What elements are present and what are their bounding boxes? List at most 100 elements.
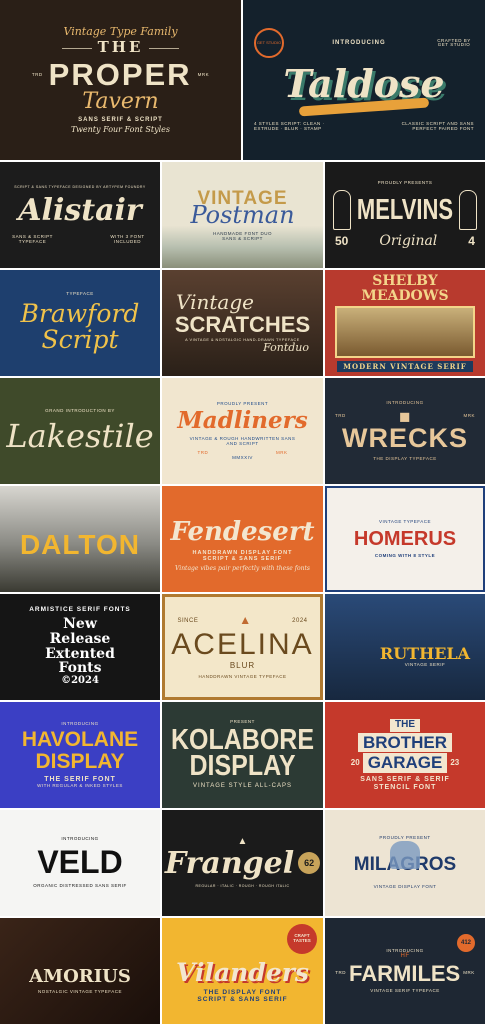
side-mark-right: MRK [463, 413, 475, 419]
tile-subtitle: VINTAGE STYLE ALL-CAPS [193, 783, 292, 790]
tile-ruthela[interactable]: RUTHELA VINTAGE SERIF [325, 594, 485, 700]
tile-tagline: VINTAGE TYPEFACE [378, 518, 432, 524]
tile-veld[interactable]: INTRODUCING VELD ORGANIC DISTRESSED SANS… [0, 810, 160, 916]
illustration [335, 306, 475, 358]
tile-title: DALTON [19, 529, 141, 561]
tile-kolabore[interactable]: PRESENT KOLABORE DISPLAY VINTAGE STYLE A… [162, 702, 323, 808]
side-mark-left: TRD [197, 449, 209, 455]
tile-title: PROPER [48, 56, 192, 92]
tile-subtitle: SANS SERIF & SERIF [360, 776, 450, 784]
tile-subtitle: SANS SERIF & SCRIPT [78, 116, 163, 123]
tile-tagline: PROUDLY PRESENTS [377, 180, 433, 186]
tile-homerus[interactable]: VINTAGE TYPEFACE HOMERUS COMING WITH 8 S… [325, 486, 485, 592]
tile-desc: CLASSIC SCRIPT AND SANS PERFECT PAIRED F… [401, 121, 474, 131]
bottle-icon [459, 190, 478, 231]
tile-title: AMORIUS [29, 965, 131, 987]
tile-subtitle-2: SCRIPT & SANS SERIF [202, 555, 283, 562]
tile-vilanders[interactable]: CRAFT TASTES Vilanders THE DISPLAY FONT … [162, 918, 323, 1024]
tile-title: MELVINS [356, 193, 454, 227]
tile-left-number: 50 [335, 234, 349, 249]
tile-title: Madliners [177, 407, 308, 435]
angel-illustration-icon [390, 841, 420, 870]
tile-title: HOMERUS [353, 527, 457, 550]
tile-tagline: Vintage Type Family [63, 24, 178, 38]
tile-farmiles[interactable]: INTRODUCING HF TRD FARMILES MRK 412 VINT… [325, 918, 485, 1024]
tile-title: Alistair [18, 193, 142, 229]
tile-acelina[interactable]: SINCE ▲ 2024 ACELINA BLUR HANDDRAWN VINT… [162, 594, 323, 700]
tile-year-1: 20 [350, 758, 360, 768]
tile-title-2: DISPLAY [189, 750, 296, 783]
side-mark-right: MRK [276, 449, 288, 455]
tile-title: VELD [37, 844, 123, 881]
tile-vintage-scratches[interactable]: Vintage SCRATCHES A VINTAGE & NOSTALGIC … [162, 270, 323, 376]
tile-subtitle: NOSTALGIC VINTAGE TYPEFACE [37, 988, 122, 994]
tile-armistice[interactable]: ARMISTICE SERIF FONTS New Release Extent… [0, 594, 160, 700]
tile-madliners[interactable]: PROUDLY PRESENT Madliners VINTAGE & ROUG… [162, 378, 323, 484]
tile-taldose[interactable]: GET STUDIO INTRODUCING CRAFTED BY GET ST… [243, 0, 485, 160]
tile-frangel[interactable]: ▲ Frangel 62 REGULAR · ITALIC · ROUGH · … [162, 810, 323, 916]
tile-title: Frangel [164, 845, 295, 881]
tile-intro: INTRODUCING [61, 720, 99, 726]
tile-tagline: GRAND INTRODUCTION BY [45, 407, 115, 413]
tile-subtitle: THE DISPLAY TYPEFACE [373, 455, 437, 461]
tile-title: Brawford [20, 299, 140, 329]
tile-title: Vilanders [176, 958, 309, 988]
tile-subtitle: ORGANIC DISTRESSED SANS SERIF [33, 882, 127, 888]
tile-style: BLUR [229, 661, 256, 671]
tile-dalton[interactable]: DALTON [0, 486, 160, 592]
tile-melvins[interactable]: PROUDLY PRESENTS MELVINS 50 Original 4 [325, 162, 485, 268]
tile-word: THE [97, 38, 144, 57]
tile-subtitle-2: SANS & SCRIPT [222, 235, 263, 241]
tile-title: BROTHER [357, 732, 453, 753]
studio-badge-icon: GET STUDIO [254, 28, 284, 59]
tile-wrecks[interactable]: INTRODUCING TRD ◼ MRK WRECKS THE DISPLAY… [325, 378, 485, 484]
tile-intro: INTRODUCING [61, 836, 99, 842]
side-mark-right: MRK [463, 969, 475, 975]
tile-year: 2024 [292, 617, 308, 624]
side-mark-left: TRD [335, 413, 346, 419]
tile-title: FARMILES [349, 960, 461, 986]
tile-year: ©2024 [61, 675, 99, 687]
side-mark-right: MRK [197, 71, 210, 77]
tile-shelby-meadows[interactable]: SHELBY MEADOWS MODERN VINTAGE SERIF [325, 270, 485, 376]
tile-tagline: TYPEFACE [66, 291, 94, 297]
tile-tag: Fontduo [263, 341, 309, 355]
tile-tagline: SCRIPT & SANS TYPEFACE DESIGNED BY ARTYP… [14, 184, 146, 189]
tile-proper-tavern[interactable]: Vintage Type Family THE TRD PROPER MRK T… [0, 0, 241, 160]
tile-line-4: Fonts [58, 660, 102, 677]
tile-subtitle: MODERN VINTAGE SERIF [337, 360, 473, 372]
tile-subtitle: REGULAR · ITALIC · ROUGH · ROUGH ITALIC [195, 884, 290, 889]
side-mark-left: TRD [335, 969, 346, 975]
font-preview-grid: Vintage Type Family THE TRD PROPER MRK T… [0, 0, 485, 1024]
tile-arc-title: ARMISTICE SERIF FONTS [29, 606, 131, 614]
tile-badge: CRAFT TASTES [287, 924, 317, 954]
tile-year: MMXXIV [232, 454, 253, 460]
tile-title: HAVOLANE [21, 728, 139, 752]
tile-subtitle: VINTAGE SERIF TYPEFACE [370, 987, 440, 993]
tile-brawford-script[interactable]: TYPEFACE Brawford Script [0, 270, 160, 376]
tile-year-2: 23 [450, 758, 460, 768]
tile-title: SCRATCHES [174, 312, 311, 338]
tile-title: ACELINA [171, 627, 314, 661]
tree-icon: ▲ [239, 613, 252, 628]
divider [61, 47, 92, 49]
tile-badge: 62 [298, 852, 321, 875]
tile-amorius[interactable]: AMORIUS NOSTALGIC VINTAGE TYPEFACE [0, 918, 160, 1024]
tile-brother-garage[interactable]: THE BROTHER 20 GARAGE 23 SANS SERIF & SE… [325, 702, 485, 808]
divider [149, 47, 180, 49]
tile-fendesert[interactable]: Fendesert HANDDRAWN DISPLAY FONT SCRIPT … [162, 486, 323, 592]
tile-line-3: Extented [45, 645, 115, 662]
tile-note: Twenty Four Font Styles [71, 124, 170, 134]
tile-alistair[interactable]: SCRIPT & SANS TYPEFACE DESIGNED BY ARTYP… [0, 162, 160, 268]
tile-credit: CRAFTED BY GET STUDIO [437, 37, 471, 48]
tile-script-title: Vintage [176, 290, 254, 315]
tile-tag: Vintage vibes pair perfectly with these … [175, 565, 310, 573]
tile-tagline: PROUDLY PRESENT [216, 400, 269, 406]
tile-lakestile[interactable]: GRAND INTRODUCTION BY Lakestile [0, 378, 160, 484]
tile-havolane[interactable]: INTRODUCING HAVOLANE DISPLAY THE SERIF F… [0, 702, 160, 808]
tile-milagros[interactable]: PROUDLY PRESENT MILAGROS VINTAGE DISPLAY… [325, 810, 485, 916]
tile-mark: HF [400, 953, 410, 960]
tile-intro: INTRODUCING [332, 40, 386, 47]
tile-vintage-postman[interactable]: VINTAGE Postman HANDMADE FONT DUO SANS &… [162, 162, 323, 268]
tile-title: SHELBY MEADOWS [361, 273, 449, 304]
